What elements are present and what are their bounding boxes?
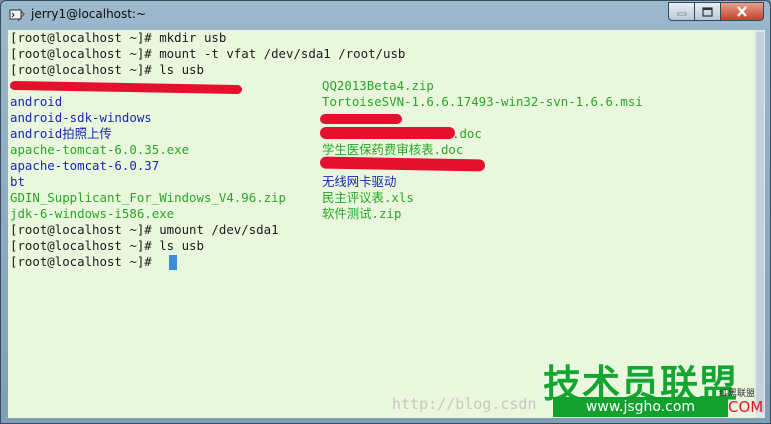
redaction-mark <box>320 127 455 139</box>
terminal-window: jerry1@localhost:~ [root@localhost ~]# m… <box>0 0 771 424</box>
close-button[interactable] <box>720 2 764 21</box>
ls-entry: jdk-6-windows-i586.exe <box>10 206 175 221</box>
redaction-mark <box>9 80 243 95</box>
maximize-icon <box>702 6 713 17</box>
window-title: jerry1@localhost:~ <box>31 7 147 21</box>
title-bar[interactable]: jerry1@localhost:~ <box>1 1 770 29</box>
minimize-icon <box>677 12 686 15</box>
ls-entry: GDIN_Supplicant_For_Windows_V4.96.zip <box>10 190 287 205</box>
terminal-line: [root@localhost ~]# umount /dev/sda1 <box>10 222 279 237</box>
ls-entry: android-sdk-windows <box>10 110 152 125</box>
close-icon <box>737 6 747 17</box>
ls-entry: bt <box>10 174 25 189</box>
ls-entry: TortoiseSVN-1.6.6.17493-win32-svn-1.6.6.… <box>322 94 643 109</box>
maximize-button[interactable] <box>694 2 720 21</box>
terminal-line: [root@localhost ~]# <box>10 254 160 269</box>
terminal-line: [root@localhost ~]# ls usb <box>10 62 204 77</box>
terminal-icon[interactable] <box>9 7 25 23</box>
redaction-mark <box>319 156 486 172</box>
ls-entry: QQ2013Beta4.zip <box>322 78 434 93</box>
ls-entry: .doc <box>452 126 482 141</box>
ls-entry: apache-tomcat-6.0.37 <box>10 158 160 173</box>
ls-entry: android拍照上传 <box>10 126 112 141</box>
redaction-mark <box>320 114 402 124</box>
scrollbar-thumb[interactable] <box>756 32 764 412</box>
scrollbar[interactable] <box>755 30 765 418</box>
caption-buttons <box>668 2 764 22</box>
ls-entry: 学生医保药费审核表.doc <box>322 142 464 157</box>
ls-entry: apache-tomcat-6.0.35.exe <box>10 142 190 157</box>
ls-entry: android <box>10 94 63 109</box>
ls-entry: 无线网卡驱动 <box>322 174 397 189</box>
text-cursor <box>169 255 177 270</box>
watermark-logo-url: www.jsgho.com <box>553 397 728 417</box>
terminal-line: [root@localhost ~]# mkdir usb <box>10 30 227 45</box>
terminal-line: [root@localhost ~]# mount -t vfat /dev/s… <box>10 46 406 61</box>
minimize-button[interactable] <box>668 2 694 21</box>
watermark-logo-com: COM <box>728 398 764 416</box>
terminal-line: [root@localhost ~]# ls usb <box>10 238 204 253</box>
watermark-url: http://blog.csdn <box>392 395 537 413</box>
ls-entry: 软件测试.zip <box>322 206 402 221</box>
ls-entry: 民主评议表.xls <box>322 190 414 205</box>
